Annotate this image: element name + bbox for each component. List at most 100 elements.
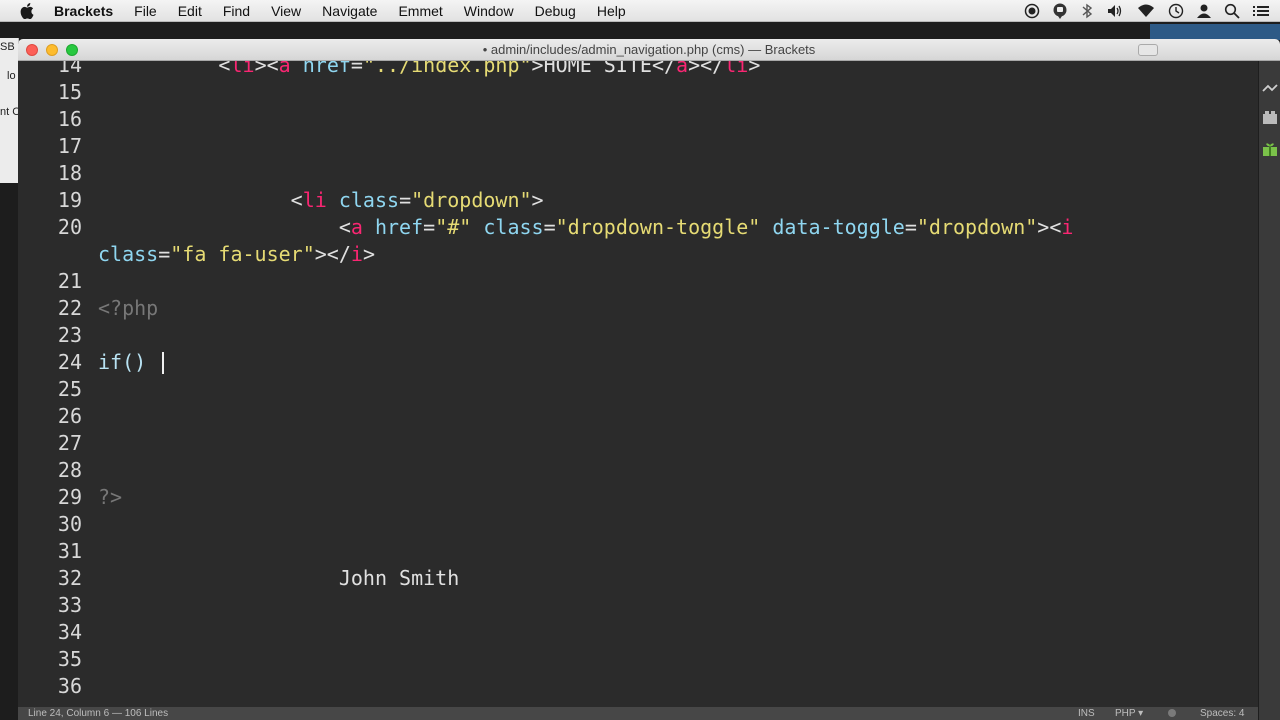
code-token: class — [338, 188, 400, 212]
gift-icon[interactable] — [1262, 141, 1278, 157]
line-number: 29 — [57, 485, 82, 509]
code-token: "../index.php" — [362, 61, 532, 77]
code-token: i — [350, 242, 363, 266]
line-number: 15 — [57, 80, 82, 104]
code-token: John Smith — [98, 566, 460, 590]
code-token: > — [748, 61, 761, 77]
code-token: a — [676, 61, 689, 77]
brackets-window: • admin/includes/admin_navigation.php (c… — [18, 39, 1280, 720]
cursor-position: Line 24, Column 6 — 106 Lines — [28, 708, 169, 719]
code-line[interactable]: ?> — [98, 484, 122, 511]
line-number: 32 — [57, 566, 82, 590]
code-token: >< — [254, 61, 279, 77]
code-token: href — [302, 61, 351, 77]
line-number: 16 — [57, 107, 82, 131]
code-token: = — [423, 215, 436, 239]
live-preview-icon[interactable] — [1262, 81, 1278, 97]
line-number: 14 — [57, 61, 82, 77]
code-token: > — [362, 242, 375, 266]
code-token: = — [904, 215, 917, 239]
line-number: 19 — [57, 188, 82, 212]
menu-view[interactable]: View — [271, 3, 301, 19]
search-icon[interactable] — [1224, 3, 1240, 19]
code-token: "dropdown" — [411, 188, 532, 212]
code-token: < — [98, 215, 351, 239]
code-line[interactable]: <?php — [98, 295, 158, 322]
chat-icon[interactable] — [1052, 3, 1068, 19]
menu-file[interactable]: File — [134, 3, 157, 19]
line-number: 21 — [57, 269, 82, 293]
menu-help[interactable]: Help — [597, 3, 626, 19]
line-number: 27 — [57, 431, 82, 455]
code-line[interactable]: if() — [98, 349, 158, 376]
line-number: 34 — [57, 620, 82, 644]
menu-emmet[interactable]: Emmet — [398, 3, 442, 19]
menu-edit[interactable]: Edit — [178, 3, 202, 19]
menu-window[interactable]: Window — [464, 3, 514, 19]
status-bar: Line 24, Column 6 — 106 Lines INS PHP ▾ … — [18, 707, 1258, 720]
line-number: 31 — [57, 539, 82, 563]
line-number: 36 — [57, 674, 82, 698]
linter-status-icon[interactable] — [1168, 709, 1176, 717]
record-icon[interactable] — [1024, 3, 1040, 19]
code-token: ?> — [98, 485, 123, 509]
line-number: 17 — [57, 134, 82, 158]
language-select[interactable]: PHP ▾ — [1115, 708, 1143, 719]
code-line[interactable]: <li class="dropdown"> — [98, 187, 544, 214]
line-number: 24 — [57, 350, 82, 374]
wifi-icon[interactable] — [1136, 3, 1156, 19]
menu-app-brackets[interactable]: Brackets — [54, 3, 113, 19]
code-token: = — [158, 242, 171, 266]
extension-manager-icon[interactable] — [1262, 109, 1278, 125]
code-line[interactable]: <li><a href="../index.php">HOME SITE</a>… — [98, 61, 760, 79]
volume-icon[interactable] — [1106, 3, 1124, 19]
code-token: = — [350, 61, 363, 77]
background-window[interactable]: SB lo nt C — [0, 38, 19, 183]
code-token: href — [374, 215, 424, 239]
code-token: = — [543, 215, 556, 239]
background-window-text: SB — [0, 41, 15, 53]
code-line[interactable]: John Smith — [98, 565, 459, 592]
code-token: < — [218, 61, 231, 77]
code-token: > — [531, 188, 544, 212]
line-number: 28 — [57, 458, 82, 482]
code-token: li — [230, 61, 255, 77]
list-icon[interactable] — [1252, 3, 1270, 19]
window-title: • admin/includes/admin_navigation.php (c… — [482, 42, 816, 57]
bluetooth-icon[interactable] — [1080, 3, 1094, 19]
code-token: "#" — [435, 215, 472, 239]
menu-find[interactable]: Find — [223, 3, 250, 19]
title-bar[interactable]: • admin/includes/admin_navigation.php (c… — [18, 39, 1280, 61]
user-icon[interactable] — [1196, 3, 1212, 19]
code-token: class — [98, 242, 159, 266]
indent-setting[interactable]: Spaces: 4 — [1200, 708, 1244, 719]
insert-mode-toggle[interactable]: INS — [1078, 708, 1095, 719]
menu-navigate[interactable]: Navigate — [322, 3, 377, 19]
code-token: class — [483, 215, 544, 239]
code-token: if() — [98, 350, 159, 374]
code-token: ></ — [314, 242, 351, 266]
menu-debug[interactable]: Debug — [535, 3, 576, 19]
line-number: 35 — [57, 647, 82, 671]
code-editor[interactable]: 14 <li><a href="../index.php">HOME SITE<… — [18, 61, 1258, 707]
code-token: a — [350, 215, 363, 239]
code-line[interactable]: <a href="#" class="dropdown-toggle" data… — [98, 214, 1074, 241]
code-token: "fa fa-user" — [170, 242, 315, 266]
background-window-text: nt C — [0, 106, 19, 118]
background-window-desktop — [1150, 24, 1280, 40]
line-number: 30 — [57, 512, 82, 536]
fullscreen-icon[interactable] — [1138, 44, 1158, 56]
menu-extras — [1024, 0, 1270, 22]
line-number: 22 — [57, 296, 82, 320]
code-line[interactable]: class="fa fa-user"></i> — [98, 241, 375, 268]
line-number: 23 — [57, 323, 82, 347]
line-number: 26 — [57, 404, 82, 428]
apple-icon[interactable] — [20, 2, 36, 19]
code-token: a — [278, 61, 291, 77]
clock-icon[interactable] — [1168, 3, 1184, 19]
extension-toolbar — [1258, 61, 1280, 720]
